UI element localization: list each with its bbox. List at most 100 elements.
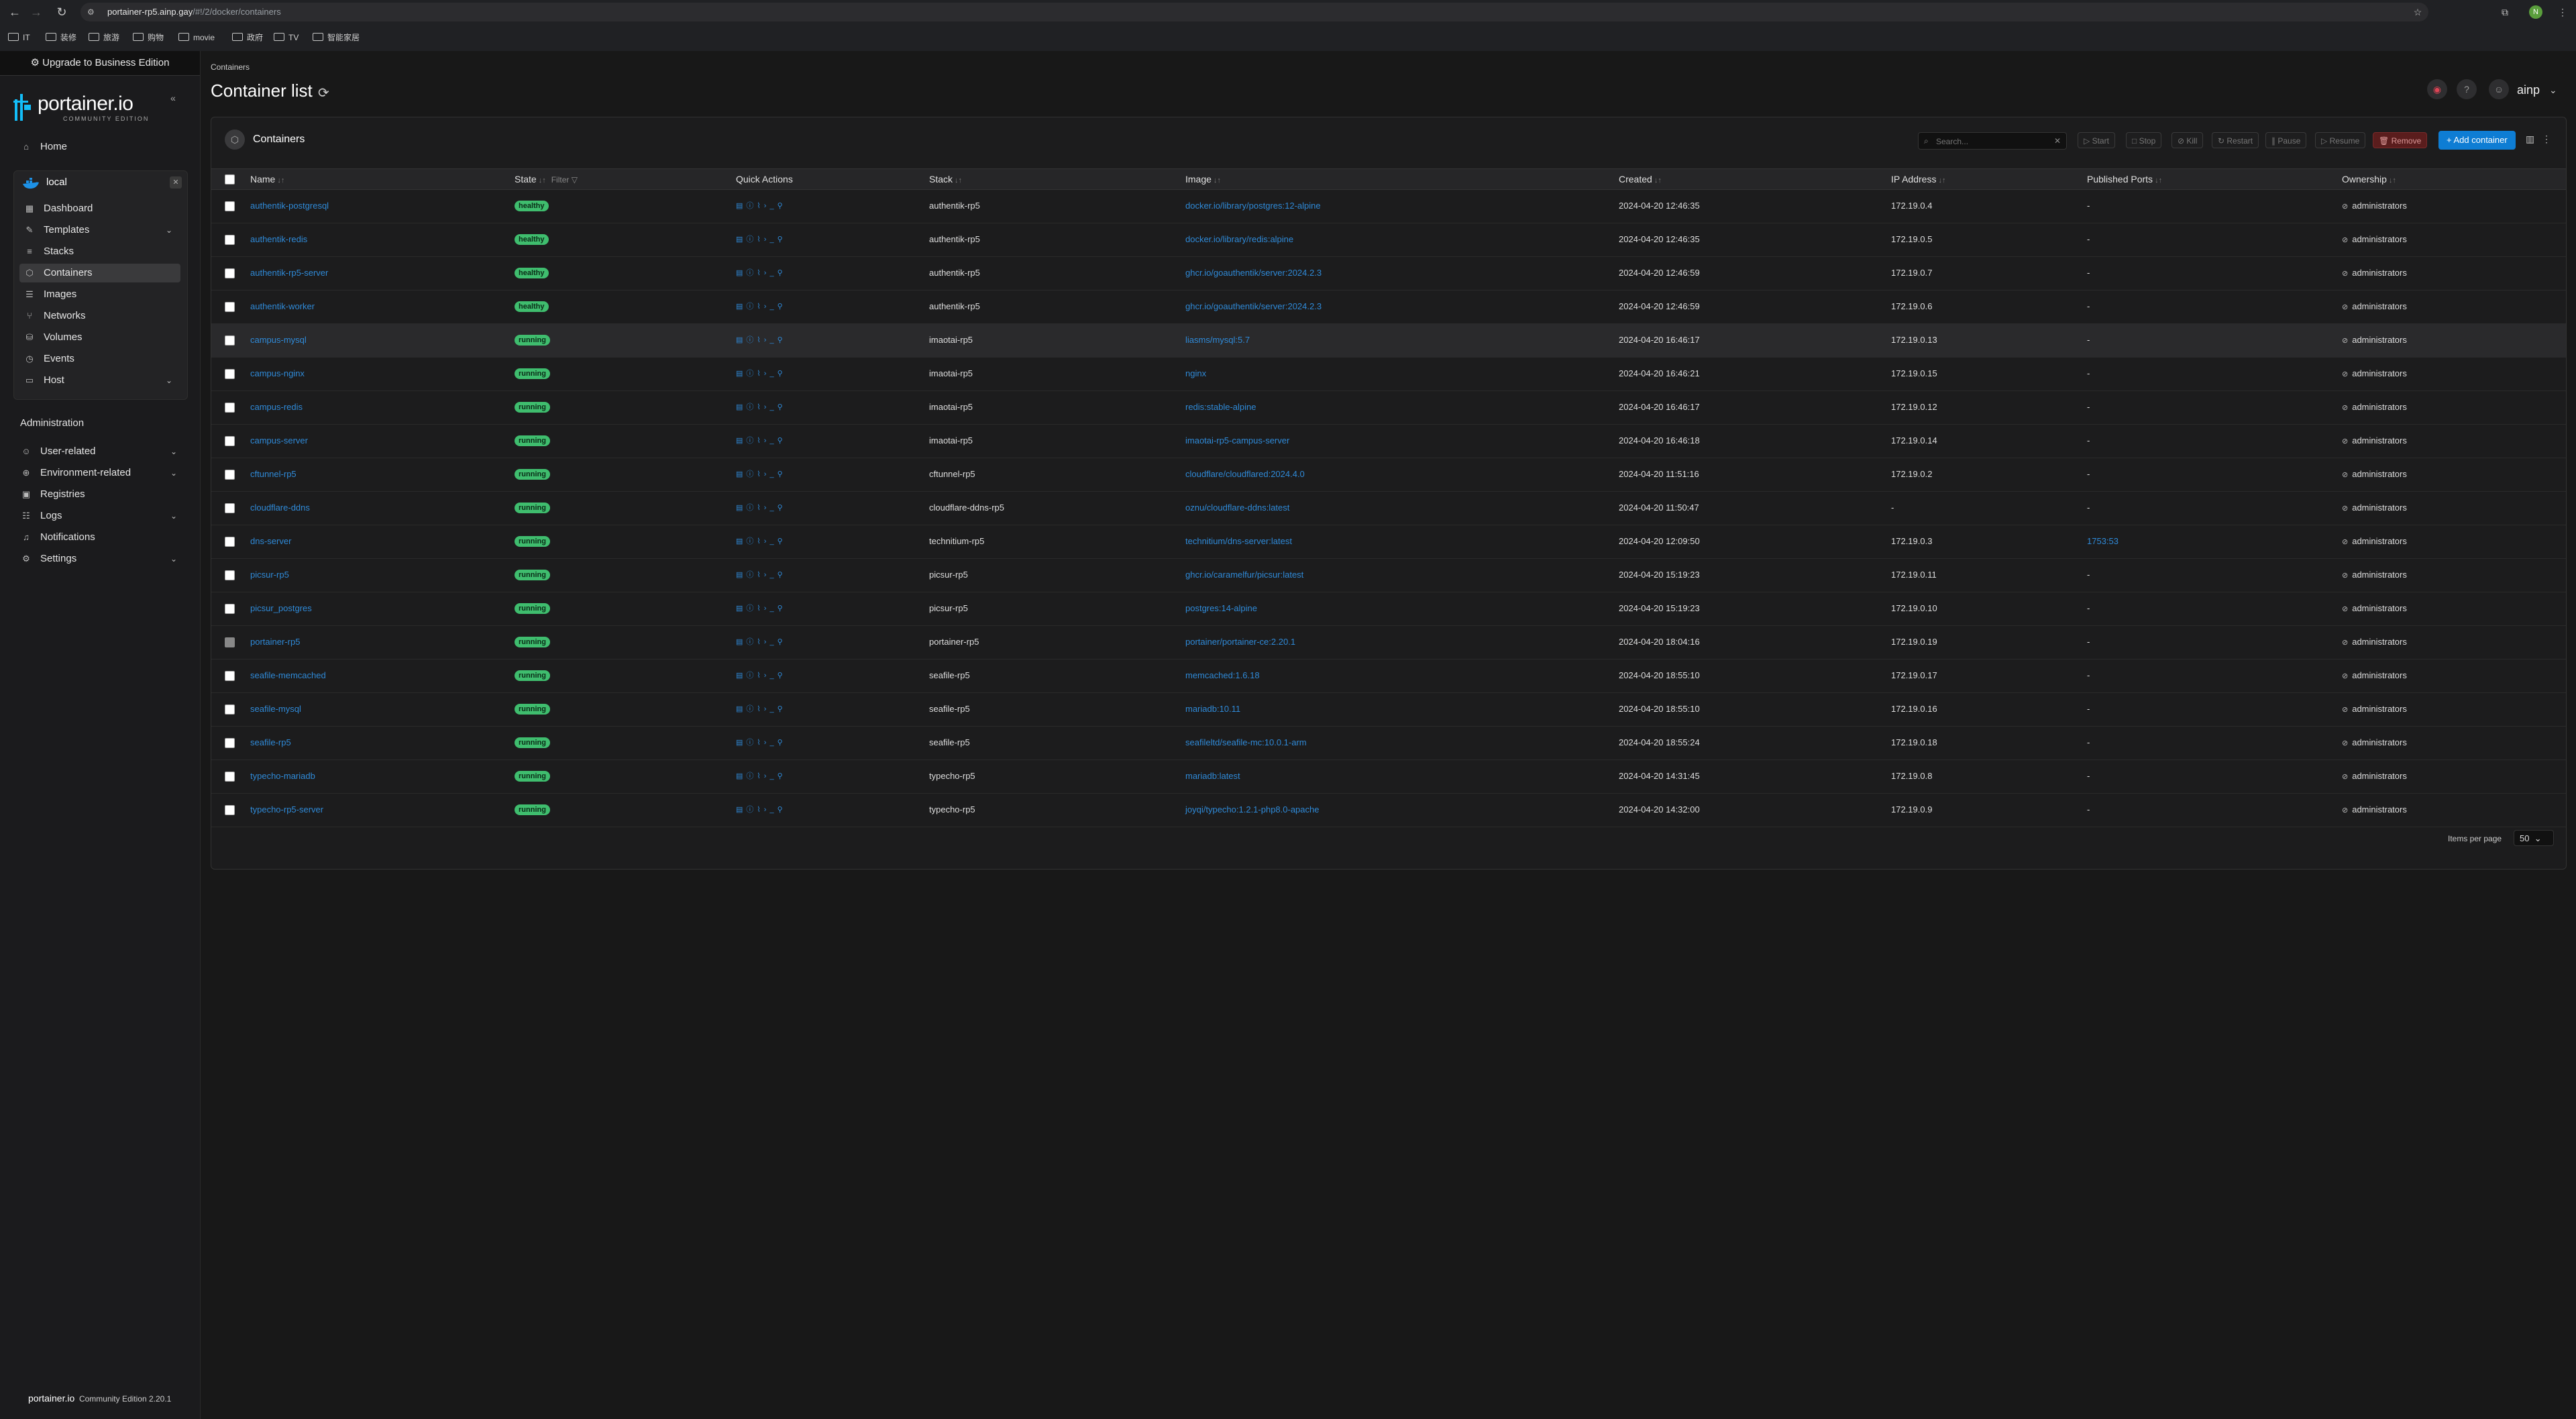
bookmark-folder[interactable]: TV: [274, 31, 299, 44]
back-icon[interactable]: ←: [5, 3, 24, 21]
image-link[interactable]: imaotai-rp5-campus-server: [1185, 424, 1289, 458]
attach-icon[interactable]: ⚲: [777, 537, 786, 545]
row-checkbox[interactable]: [225, 235, 235, 245]
image-link[interactable]: ghcr.io/goauthentik/server:2024.2.3: [1185, 256, 1322, 290]
logs-icon[interactable]: ▤: [736, 269, 746, 277]
logs-icon[interactable]: ▤: [736, 370, 746, 378]
url-bar[interactable]: ⚙ portainer-rp5.ainp.gay/#!/2/docker/con…: [80, 3, 2428, 21]
column-ip-address[interactable]: IP Address ↓↑: [1891, 169, 1945, 191]
image-link[interactable]: seafileltd/seafile-mc:10.0.1-arm: [1185, 726, 1307, 759]
collapse-sidebar-icon[interactable]: «: [170, 93, 176, 103]
table-row[interactable]: typecho-mariadb running ▤ⓘ⌇›_⚲ typecho-rp5 m…: [211, 759, 2566, 794]
column-published-ports[interactable]: Published Ports ↓↑: [2087, 169, 2162, 191]
table-row[interactable]: seafile-rp5 running ▤ⓘ⌇›_⚲ seafile-rp5 seafi…: [211, 726, 2566, 760]
image-link[interactable]: docker.io/library/redis:alpine: [1185, 223, 1293, 256]
console-icon[interactable]: ›_: [764, 504, 777, 512]
table-row[interactable]: authentik-postgresql healthy ▤ⓘ⌇›_⚲ authent…: [211, 189, 2566, 223]
console-icon[interactable]: ›_: [764, 739, 777, 747]
stats-icon[interactable]: ⌇: [757, 470, 763, 478]
inspect-icon[interactable]: ⓘ: [746, 772, 757, 780]
stats-icon[interactable]: ⌇: [757, 235, 763, 244]
select-all-checkbox[interactable]: [225, 174, 235, 185]
inspect-icon[interactable]: ⓘ: [746, 403, 757, 411]
column-stack[interactable]: Stack ↓↑: [929, 169, 962, 191]
table-row[interactable]: dns-server running ▤ⓘ⌇›_⚲ technitium-rp5 tec…: [211, 525, 2566, 559]
inspect-icon[interactable]: ⓘ: [746, 336, 757, 344]
container-name-link[interactable]: cloudflare-ddns: [250, 491, 310, 525]
logs-icon[interactable]: ▤: [736, 537, 746, 545]
row-checkbox[interactable]: [225, 335, 235, 346]
inspect-icon[interactable]: ⓘ: [746, 504, 757, 512]
sidebar-item-environment-related[interactable]: ⊕ Environment-related ⌄: [20, 464, 177, 482]
container-name-link[interactable]: campus-server: [250, 424, 308, 458]
sidebar-item-volumes[interactable]: ⛁ Volumes: [19, 328, 180, 347]
sidebar-item-host[interactable]: ▭ Host ⌄: [19, 371, 180, 390]
add-container-button[interactable]: + Add container: [2438, 131, 2516, 150]
notification-icon[interactable]: ◉: [2427, 79, 2447, 99]
table-row[interactable]: campus-server running ▤ⓘ⌇›_⚲ imaotai-rp5 ima…: [211, 424, 2566, 458]
quick-actions[interactable]: ▤ⓘ⌇›_⚲: [736, 592, 786, 625]
logs-icon[interactable]: ▤: [736, 638, 746, 646]
row-checkbox[interactable]: [225, 503, 235, 513]
inspect-icon[interactable]: ⓘ: [746, 571, 757, 579]
image-link[interactable]: nginx: [1185, 357, 1206, 390]
console-icon[interactable]: ›_: [764, 303, 777, 311]
column-state[interactable]: State ↓↑ Filter ▽: [515, 169, 578, 191]
table-row[interactable]: campus-nginx running ▤ⓘ⌇›_⚲ imaotai-rp5 ngin…: [211, 357, 2566, 391]
console-icon[interactable]: ›_: [764, 672, 777, 680]
stop-button[interactable]: □ Stop: [2126, 132, 2162, 148]
console-icon[interactable]: ›_: [764, 571, 777, 579]
bookmark-folder[interactable]: 购物: [133, 31, 164, 44]
kill-button[interactable]: ⊘ Kill: [2171, 132, 2204, 148]
inspect-icon[interactable]: ⓘ: [746, 470, 757, 478]
bookmark-folder[interactable]: 旅游: [89, 31, 119, 44]
quick-actions[interactable]: ▤ⓘ⌇›_⚲: [736, 357, 786, 390]
console-icon[interactable]: ›_: [764, 202, 777, 210]
table-row[interactable]: campus-mysql running ▤ⓘ⌇›_⚲ imaotai-rp5 lias…: [211, 323, 2566, 358]
logs-icon[interactable]: ▤: [736, 772, 746, 780]
sidebar-item-home[interactable]: ⌂ Home: [20, 138, 181, 156]
start-button[interactable]: ▷ Start: [2078, 132, 2115, 148]
image-link[interactable]: joyqi/typecho:1.2.1-php8.0-apache: [1185, 793, 1319, 827]
quick-actions[interactable]: ▤ⓘ⌇›_⚲: [736, 256, 786, 290]
attach-icon[interactable]: ⚲: [777, 336, 786, 344]
stats-icon[interactable]: ⌇: [757, 437, 763, 445]
stats-icon[interactable]: ⌇: [757, 772, 763, 780]
table-row[interactable]: picsur_postgres running ▤ⓘ⌇›_⚲ picsur-rp5 po…: [211, 592, 2566, 626]
logs-icon[interactable]: ▤: [736, 437, 746, 445]
sidebar-item-settings[interactable]: ⚙ Settings ⌄: [20, 550, 177, 568]
console-icon[interactable]: ›_: [764, 537, 777, 545]
inspect-icon[interactable]: ⓘ: [746, 705, 757, 713]
table-row[interactable]: seafile-memcached running ▤ⓘ⌇›_⚲ seafile-rp…: [211, 659, 2566, 693]
logs-icon[interactable]: ▤: [736, 336, 746, 344]
image-link[interactable]: redis:stable-alpine: [1185, 390, 1256, 424]
quick-actions[interactable]: ▤ⓘ⌇›_⚲: [736, 659, 786, 692]
row-checkbox[interactable]: [225, 436, 235, 446]
bookmark-folder[interactable]: 智能家居: [313, 31, 360, 44]
container-name-link[interactable]: picsur_postgres: [250, 592, 312, 625]
stats-icon[interactable]: ⌇: [757, 739, 763, 747]
table-row[interactable]: portainer-rp5 running ▤ⓘ⌇›_⚲ portainer-rp5 p…: [211, 625, 2566, 660]
stats-icon[interactable]: ⌇: [757, 537, 763, 545]
stats-icon[interactable]: ⌇: [757, 672, 763, 680]
quick-actions[interactable]: ▤ⓘ⌇›_⚲: [736, 390, 786, 424]
inspect-icon[interactable]: ⓘ: [746, 202, 757, 210]
sidebar-item-templates[interactable]: ✎ Templates ⌄: [19, 221, 180, 240]
breadcrumb[interactable]: Containers: [211, 62, 250, 72]
image-link[interactable]: memcached:1.6.18: [1185, 659, 1260, 692]
site-info-icon[interactable]: ⚙: [87, 3, 95, 21]
image-link[interactable]: cloudflare/cloudflared:2024.4.0: [1185, 458, 1305, 491]
inspect-icon[interactable]: ⓘ: [746, 806, 757, 814]
profile-avatar[interactable]: N: [2529, 5, 2542, 19]
table-row[interactable]: picsur-rp5 running ▤ⓘ⌇›_⚲ picsur-rp5 ghcr.io…: [211, 558, 2566, 592]
items-per-page-select[interactable]: 50 ⌄: [2514, 830, 2554, 846]
user-avatar-icon[interactable]: ☺: [2489, 79, 2509, 99]
inspect-icon[interactable]: ⓘ: [746, 235, 757, 244]
container-name-link[interactable]: authentik-rp5-server: [250, 256, 328, 290]
attach-icon[interactable]: ⚲: [777, 605, 786, 613]
console-icon[interactable]: ›_: [764, 403, 777, 411]
close-icon[interactable]: ✕: [2054, 133, 2061, 149]
sidebar-item-containers[interactable]: ⬡ Containers: [19, 264, 180, 282]
help-icon[interactable]: ?: [2457, 79, 2477, 99]
row-checkbox[interactable]: [225, 302, 235, 312]
